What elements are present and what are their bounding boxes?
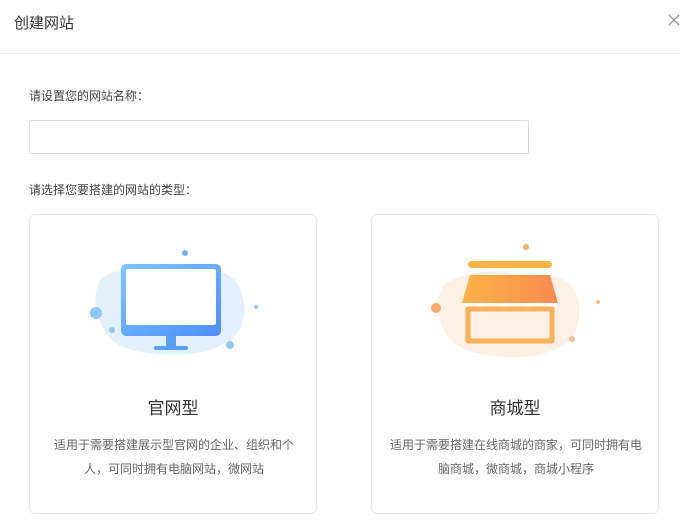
monitor-icon <box>90 250 258 355</box>
close-icon[interactable] <box>666 12 680 28</box>
type-card-official-desc: 适用于需要搭建展示型官网的企业、组织和个人，可同时拥有电脑网站，微网站 <box>53 438 294 476</box>
dialog-title: 创建网站 <box>14 14 75 32</box>
type-card-official-title: 官网型 <box>147 399 199 419</box>
site-name-input[interactable] <box>29 120 529 154</box>
type-card-shop-title: 商城型 <box>489 399 541 419</box>
type-card-shop-desc: 适用于需要搭建在线商城的商家，可同时拥有电脑商城，微商城，商城小程序 <box>390 438 643 476</box>
type-card-shop[interactable]: 商城型 适用于需要搭建在线商城的商家，可同时拥有电脑商城，微商城，商城小程序 <box>371 214 659 514</box>
type-card-official[interactable]: 官网型 适用于需要搭建展示型官网的企业、组织和个人，可同时拥有电脑网站，微网站 <box>29 214 317 514</box>
site-type-label: 请选择您要搭建的网站的类型： <box>29 183 198 197</box>
storefront-icon <box>431 244 600 358</box>
dialog-header: 创建网站 <box>0 0 680 54</box>
site-name-label: 请设置您的网站名称： <box>29 89 150 103</box>
